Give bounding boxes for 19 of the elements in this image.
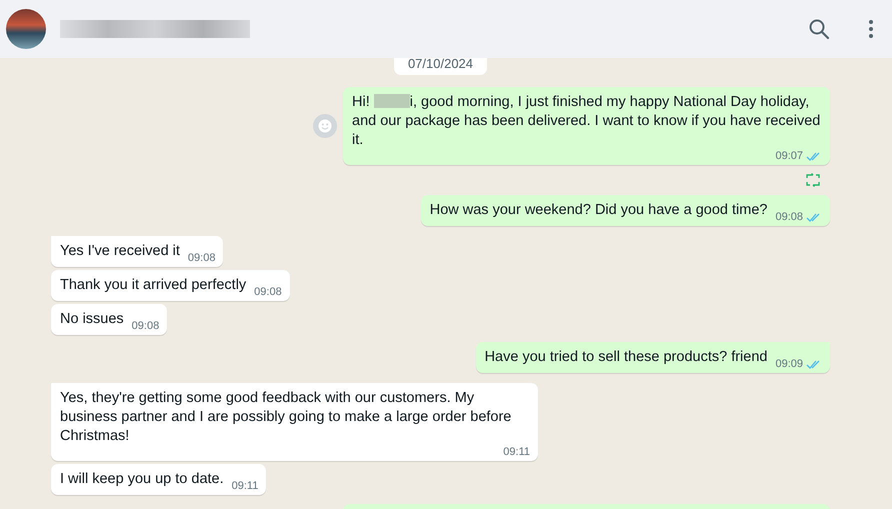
contact-avatar[interactable] — [6, 9, 46, 49]
message-time: 09:11 — [232, 480, 258, 492]
message-text: Thank you it arrived perfectly — [60, 276, 246, 295]
message-text: Yes I've received it — [60, 242, 180, 261]
message-text: I will keep you up to date. — [60, 470, 224, 489]
search-icon[interactable] — [808, 18, 830, 40]
menu-icon[interactable] — [868, 19, 874, 39]
message-time: 09:08 — [132, 320, 160, 332]
message-time: 09:09 — [775, 358, 803, 370]
message-text: No issues — [60, 310, 124, 329]
message-text: Yes, they're getting some good feedback with our customers. My business partner and I are possibly going to make a large order before Christmas! — [60, 389, 512, 446]
message-time: 09:07 — [775, 150, 803, 162]
message-text: Hi! i, good morning, I just finished my happy National Day holiday, and our package has been delivered. I want to know if you have received it. — [352, 93, 822, 150]
message-time: 09:08 — [254, 286, 282, 298]
message-text: Have you tried to sell these products? friend — [484, 348, 768, 367]
message-time: 09:11 — [503, 446, 530, 458]
message-time: 09:08 — [188, 252, 216, 264]
message-text: How was your weekend? Did you have a good time? — [430, 201, 768, 220]
message-time: 09:08 — [775, 211, 803, 223]
